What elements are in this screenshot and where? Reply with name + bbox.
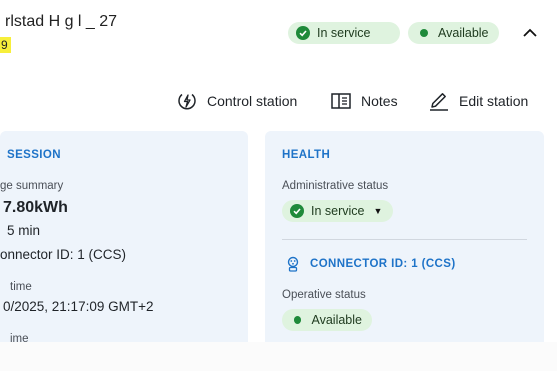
station-tag: 9	[0, 37, 11, 53]
notes-icon	[331, 93, 351, 109]
duration-value: 5 min	[7, 223, 41, 238]
start-time-label: time	[10, 281, 32, 293]
pencil-icon	[430, 93, 448, 111]
station-title: rlstad H g l _ 27	[5, 13, 118, 30]
status-dot-icon	[294, 316, 302, 324]
admin-status-dropdown[interactable]: In service ▼	[282, 200, 393, 222]
status-dot-icon	[420, 29, 428, 37]
control-station-button[interactable]: Control station	[176, 90, 297, 112]
connector-value: onnector ID: 1 (CCS)	[0, 247, 127, 262]
service-status-dropdown[interactable]: In service	[288, 22, 400, 44]
notes-label: Notes	[361, 93, 398, 109]
admin-status-label: Administrative status	[282, 180, 389, 192]
operative-status-value: Available	[311, 313, 362, 327]
caret-down-icon: ▼	[373, 206, 383, 216]
operative-status-badge: Available	[282, 309, 372, 331]
connector-title[interactable]: CONNECTOR ID: 1 (CCS)	[310, 258, 456, 270]
control-station-label: Control station	[207, 93, 298, 109]
energy-value: 7.80kWh	[3, 199, 68, 216]
operative-status-label: Operative status	[282, 289, 366, 301]
lightning-icon	[178, 93, 196, 110]
service-status-label: In service	[317, 26, 371, 40]
session-card	[0, 131, 248, 361]
health-card-title: HEALTH	[282, 149, 331, 161]
bottom-fade	[0, 342, 557, 371]
session-card-title: SESSION	[7, 149, 61, 161]
check-icon	[290, 204, 304, 218]
connector-icon	[285, 256, 301, 277]
availability-label: Available	[438, 26, 489, 40]
start-time-value: 0/2025, 21:17:09 GMT+2	[3, 299, 154, 314]
availability-badge: Available	[408, 22, 499, 44]
charge-summary-label: ge summary	[0, 180, 64, 192]
notes-button[interactable]: Notes	[330, 90, 398, 112]
divider	[282, 239, 527, 240]
edit-station-label: Edit station	[459, 93, 529, 109]
edit-station-button[interactable]: Edit station	[428, 90, 528, 112]
check-icon	[296, 26, 310, 40]
admin-status-value: In service	[311, 204, 365, 218]
collapse-chevron-up-icon[interactable]	[519, 24, 541, 42]
